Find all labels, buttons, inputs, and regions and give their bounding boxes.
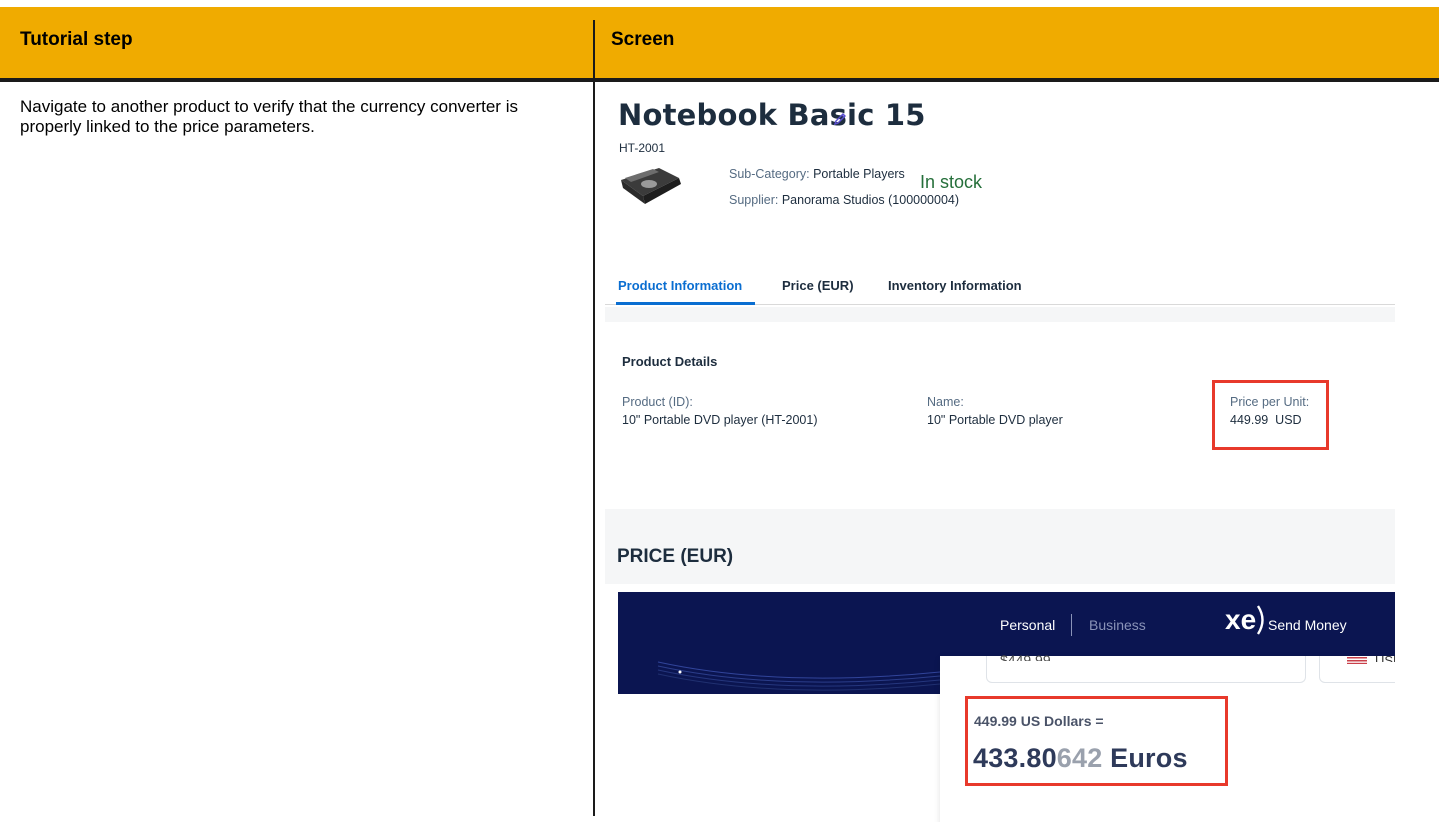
tab-price-eur[interactable]: Price (EUR)	[782, 278, 854, 293]
currency-select-value: USD	[1375, 653, 1395, 662]
edit-icon[interactable]	[833, 112, 847, 126]
product-id: HT-2001	[619, 141, 666, 155]
product-id-label: Product (ID):	[622, 395, 693, 409]
xe-logo-icon[interactable]: xe	[1225, 603, 1267, 637]
product-id-value: 10" Portable DVD player (HT-2001)	[622, 413, 818, 427]
price-section-heading: PRICE (EUR)	[617, 546, 734, 567]
product-title: Notebook Basic 15	[618, 98, 926, 132]
content-separator	[605, 307, 1395, 322]
xe-wave-pattern	[657, 661, 940, 691]
conversion-from-text: 449.99 US Dollars =	[974, 713, 1104, 729]
product-details-title: Product Details	[622, 354, 718, 369]
header-divider	[0, 78, 1439, 82]
step-description: Navigate to another product to verify th…	[20, 97, 518, 136]
table-header	[0, 7, 1439, 78]
supplier-value[interactable]: Panorama Studios (100000004)	[782, 193, 959, 207]
header-screen: Screen	[611, 29, 675, 50]
price-per-unit-value: 449.99 USD	[1230, 413, 1302, 427]
tab-inventory-information[interactable]: Inventory Information	[888, 278, 1022, 293]
column-divider	[593, 20, 595, 816]
xe-nav-business[interactable]: Business	[1089, 617, 1146, 633]
name-value: 10" Portable DVD player	[927, 413, 1063, 427]
product-image	[621, 168, 681, 204]
supplier-label: Supplier:	[729, 193, 779, 207]
screenshot-panel: Notebook Basic 15 HT-2001 Sub-Category: …	[605, 92, 1395, 822]
conversion-result-extra-digits: 642	[1056, 743, 1103, 773]
supplier-field: Supplier: Panorama Studios (100000004)	[729, 193, 959, 207]
header-tutorial-step: Tutorial step	[20, 29, 133, 50]
subcategory-label: Sub-Category:	[729, 167, 810, 181]
conversion-result-main: 433.80	[973, 743, 1057, 773]
amount-input-value: $449.99	[1000, 652, 1051, 661]
conversion-result-unit: Euros	[1102, 743, 1188, 773]
xe-nav-send-money[interactable]: Send Money	[1268, 617, 1347, 633]
xe-nav-personal[interactable]: Personal	[1000, 617, 1055, 633]
conversion-result: 433.80642 Euros	[973, 743, 1188, 774]
active-tab-indicator	[616, 302, 755, 305]
stock-status: In stock	[920, 172, 983, 192]
subcategory-value[interactable]: Portable Players	[813, 167, 905, 181]
xe-hero-background	[618, 656, 940, 694]
price-per-unit-label: Price per Unit:	[1230, 395, 1310, 409]
xe-nav-separator	[1071, 614, 1072, 636]
subcategory-field: Sub-Category: Portable Players	[729, 167, 905, 181]
svg-text:xe: xe	[1225, 604, 1256, 635]
us-flag-icon	[1347, 656, 1367, 664]
name-label: Name:	[927, 395, 964, 409]
tab-product-information[interactable]: Product Information	[618, 278, 742, 293]
